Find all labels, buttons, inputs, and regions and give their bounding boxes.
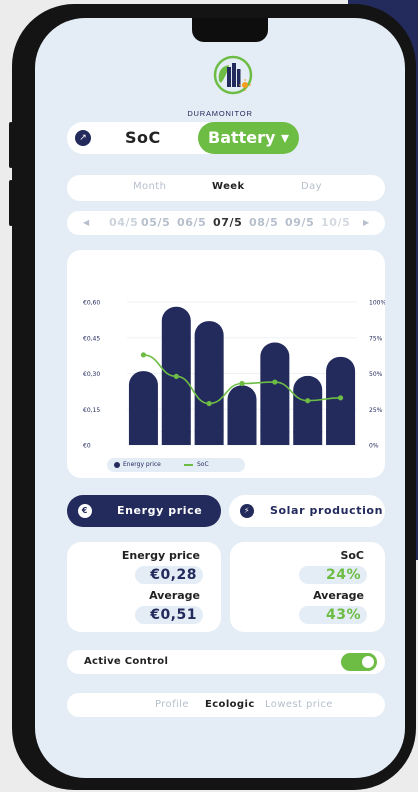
- switch-knob: [362, 656, 374, 668]
- price-bar-base: [161, 431, 191, 445]
- solar-production-button-label: Solar production: [270, 504, 384, 517]
- date-item[interactable]: 08/5: [249, 216, 278, 229]
- y-right-tick-label: 75%: [369, 335, 383, 342]
- date-item[interactable]: 06/5: [177, 216, 206, 229]
- toggle-battery-dropdown[interactable]: Battery ▾: [198, 122, 299, 154]
- tab-week[interactable]: Week: [212, 181, 245, 192]
- active-control-row: Active Control: [67, 650, 385, 674]
- price-bar: [260, 342, 290, 445]
- date-item-selected[interactable]: 07/5: [213, 216, 242, 229]
- chart-card: €0,60 €0,45 €0,30 €0,15 €0 100% 75% 50% 25% 0% En…: [67, 250, 385, 478]
- soc-point: [272, 379, 278, 385]
- lightning-icon: ⚡: [240, 504, 254, 518]
- tab-profile[interactable]: Profile: [155, 699, 189, 710]
- soc-point: [173, 373, 179, 379]
- soc-point: [337, 395, 344, 401]
- price-bar-base: [326, 431, 356, 445]
- y-left-tick-label: €0,15: [83, 407, 100, 414]
- legend-line-icon: [184, 464, 193, 466]
- date-item[interactable]: 09/5: [285, 216, 314, 229]
- energy-price-stats: Energy price €0,28 Average €0,51: [67, 542, 221, 632]
- stat-label: Energy price: [121, 549, 200, 562]
- y-right-tick-label: 50%: [369, 371, 383, 378]
- strategy-tabs: Profile Ecologic Lowest price: [67, 693, 385, 717]
- active-control-switch[interactable]: [341, 653, 377, 671]
- soc-point: [239, 380, 245, 387]
- active-control-label: Active Control: [84, 656, 169, 667]
- solar-production-button[interactable]: ⚡ Solar production: [229, 495, 385, 527]
- y-right-tick-label: 25%: [369, 407, 383, 414]
- energy-price-button[interactable]: € Energy price: [67, 495, 221, 527]
- legend-dot-icon: [114, 462, 120, 468]
- phone-notch: [192, 18, 268, 42]
- brand-name: DURAMONITOR: [187, 109, 253, 118]
- price-bar: [194, 321, 224, 445]
- average-energy-price: €0,51: [135, 606, 203, 624]
- y-left-tick-label: €0,60: [83, 300, 100, 307]
- trend-icon: ↗: [75, 130, 91, 146]
- side-button: [9, 180, 13, 226]
- y-left-tick-label: €0,30: [83, 371, 100, 378]
- stat-label: Average: [313, 589, 364, 602]
- current-energy-price: €0,28: [135, 566, 203, 584]
- tab-month[interactable]: Month: [133, 181, 166, 192]
- legend-energy-label: Energy price: [123, 461, 161, 468]
- energy-price-button-label: Energy price: [117, 504, 203, 517]
- tab-ecologic[interactable]: Ecologic: [205, 699, 255, 710]
- phone-frame: DURAMONITOR ↗ SoC Battery ▾ Month Week D…: [9, 4, 416, 790]
- date-selector: ◀ 04/5 05/5 06/5 07/5 08/5 09/5 10/5 ▶: [67, 211, 385, 235]
- stat-label: Average: [149, 589, 200, 602]
- soc-point: [305, 398, 311, 404]
- y-right-tick-label: 0%: [369, 443, 379, 450]
- tab-day[interactable]: Day: [301, 181, 322, 192]
- current-soc: 24%: [299, 566, 367, 584]
- chart-legend: Energy price SoC: [107, 458, 245, 472]
- tab-lowest-price[interactable]: Lowest price: [265, 699, 333, 710]
- duramonitor-logo-icon: [213, 55, 253, 95]
- date-item[interactable]: 05/5: [141, 216, 170, 229]
- stat-label: SoC: [340, 549, 364, 562]
- y-right-tick-label: 100%: [369, 300, 385, 307]
- price-bar-base: [293, 431, 323, 445]
- average-soc: 43%: [299, 606, 367, 624]
- price-bar-base: [194, 431, 224, 445]
- y-left-tick-label: €0,45: [83, 335, 100, 342]
- date-item[interactable]: 10/5: [321, 216, 350, 229]
- y-left-tick-label: €0: [83, 443, 91, 450]
- price-bar-base: [227, 431, 257, 445]
- energy-soc-chart: €0,60 €0,45 €0,30 €0,15 €0 100% 75% 50% 25% 0%: [83, 300, 385, 450]
- date-item[interactable]: 04/5: [109, 216, 138, 229]
- chevron-right-icon[interactable]: ▶: [363, 218, 370, 227]
- app-screen: DURAMONITOR ↗ SoC Battery ▾ Month Week D…: [35, 18, 405, 778]
- soc-point: [206, 400, 212, 407]
- price-bar-base: [260, 431, 290, 445]
- price-bar-base: [128, 431, 158, 445]
- soc-point: [140, 352, 147, 358]
- toggle-soc[interactable]: SoC: [125, 128, 161, 147]
- side-button: [9, 122, 13, 168]
- view-toggle[interactable]: ↗ SoC Battery ▾: [67, 122, 299, 154]
- euro-icon: €: [78, 504, 92, 518]
- chevron-left-icon[interactable]: ◀: [83, 218, 90, 227]
- soc-stats: SoC 24% Average 43%: [230, 542, 385, 632]
- period-tabs: Month Week Day: [67, 175, 385, 201]
- legend-soc-label: SoC: [197, 461, 209, 468]
